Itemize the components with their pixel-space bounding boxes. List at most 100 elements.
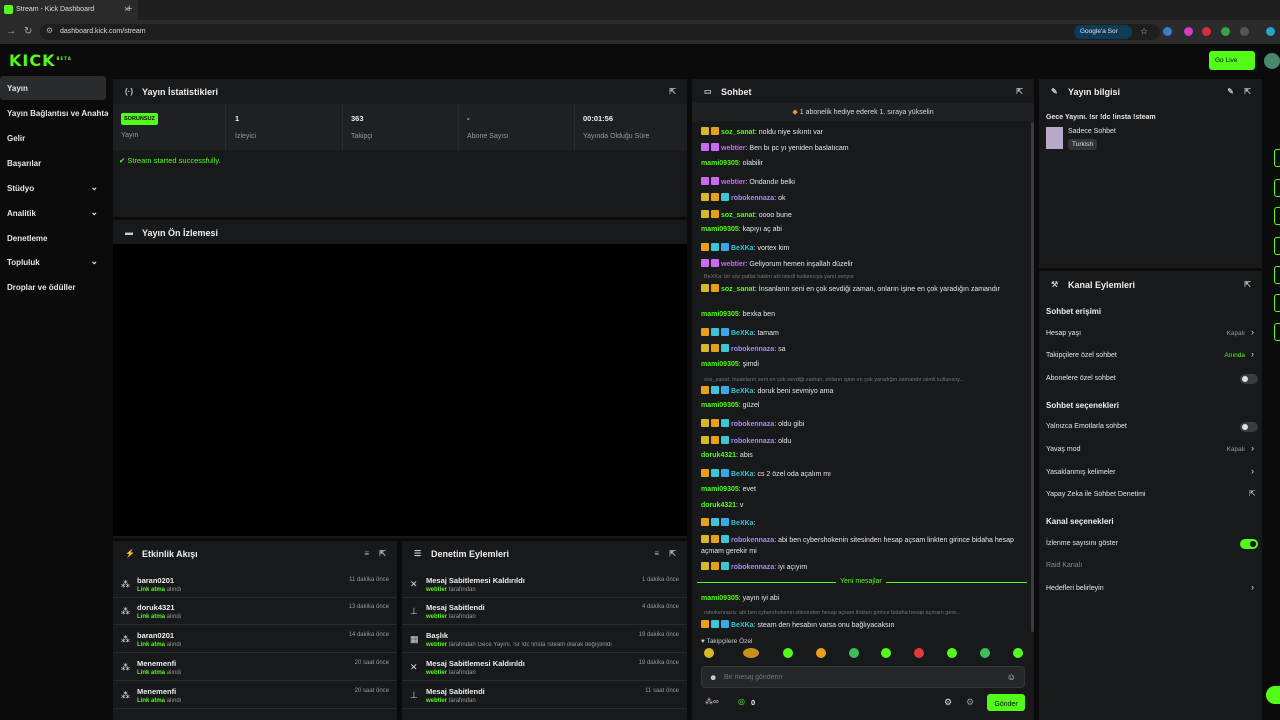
chat-username[interactable]: mami09305	[701, 402, 739, 409]
emotes-only-toggle[interactable]	[1240, 422, 1258, 432]
chat-message[interactable]: doruk4321: v	[701, 502, 1026, 509]
sidebar-item-studyo[interactable]: Stüdyo ⌄	[0, 176, 108, 200]
chat-message[interactable]: robokennaza: ok	[701, 193, 1026, 202]
send-button[interactable]: Gönder	[987, 694, 1025, 711]
popout-icon[interactable]: ⇱	[1244, 280, 1251, 289]
bot-settings-icon[interactable]: ⚙	[966, 697, 974, 708]
chat-message[interactable]: BeXKa: steam den hesabın varsa onu bağlı…	[701, 620, 1026, 629]
chat-username[interactable]: webtier	[721, 261, 746, 268]
external-link-icon[interactable]: ⇱	[1249, 489, 1256, 498]
filter-icon[interactable]: ≡	[654, 549, 659, 558]
extension-translate-icon[interactable]	[1163, 27, 1172, 36]
quick-action-button[interactable]	[1274, 266, 1280, 284]
sidebar-item-basarilar[interactable]: Başarılar	[0, 151, 108, 175]
help-button[interactable]	[1266, 686, 1280, 704]
chat-username[interactable]: mami09305	[701, 486, 739, 493]
chat-message[interactable]: robokennaza: sa	[701, 344, 1026, 353]
account-age-chevron-icon[interactable]: ›	[1251, 327, 1254, 337]
emoji-icon[interactable]: ☺	[1007, 672, 1016, 682]
chat-username[interactable]: mami09305	[701, 160, 739, 167]
site-info-icon[interactable]: ⚙	[46, 26, 53, 35]
chat-username[interactable]: doruk4321	[701, 502, 736, 509]
chat-username[interactable]: soz_sanat	[721, 286, 755, 293]
reload-icon[interactable]: ↻	[24, 26, 32, 37]
goals-chevron-icon[interactable]: ›	[1251, 582, 1254, 592]
chat-username[interactable]: robokennaza	[731, 438, 774, 445]
chat-message[interactable]: robokennaza: oldu	[701, 436, 1026, 445]
chat-username[interactable]: BeXKa	[731, 520, 754, 527]
browser-tab[interactable]: Stream - Kick Dashboard ×	[0, 0, 138, 20]
chat-message[interactable]: BeXKa: doruk beni sevmiyo ama	[701, 386, 1026, 395]
new-tab-icon[interactable]: +	[126, 3, 138, 15]
chat-username[interactable]: robokennaza	[731, 421, 774, 428]
chat-message[interactable]: mami09305: yayın iyi abi	[701, 595, 1026, 602]
show-viewers-toggle[interactable]	[1240, 539, 1258, 549]
popout-icon[interactable]: ⇱	[1244, 87, 1251, 96]
chat-message[interactable]: webtier: Ondandır belki	[701, 177, 1026, 186]
chat-scrollbar[interactable]	[1031, 122, 1034, 632]
chat-username[interactable]: BeXKa	[731, 622, 754, 629]
chat-message[interactable]: mami09305: kapıyı aç abi	[701, 226, 1026, 233]
chat-message[interactable]: BeXKa:	[701, 518, 1026, 527]
edit-icon[interactable]: ✎	[1227, 87, 1234, 96]
chat-message[interactable]: mami09305: olabilir	[701, 160, 1026, 167]
extension-red-icon[interactable]	[1202, 27, 1211, 36]
sidebar-item-yayin[interactable]: Yayın	[0, 76, 106, 100]
chat-message[interactable]: soz_sanat: noldu niye sıkıntı var	[701, 127, 1026, 136]
bookmark-star-icon[interactable]: ☆	[1140, 26, 1148, 37]
chat-message[interactable]: mami09305: güzel	[701, 402, 1026, 409]
followers-only-chevron-icon[interactable]: ›	[1251, 349, 1254, 359]
sidebar-item-denetleme[interactable]: Denetleme	[0, 226, 108, 250]
kick-logo[interactable]: KICKBETA	[9, 51, 72, 70]
sidebar-item-droplar[interactable]: Droplar ve ödüller	[0, 275, 108, 299]
chat-username[interactable]: mami09305	[701, 595, 739, 602]
chat-message[interactable]: robokennaza: oldu gibi	[701, 419, 1026, 428]
chat-message[interactable]: webtier: Geliyorum hemen inşallah düzeli…	[701, 259, 1026, 268]
go-live-button[interactable]: Go Live	[1209, 51, 1255, 70]
sidebar-item-topluluk[interactable]: Topluluk ⌄	[0, 250, 108, 274]
chat-message[interactable]: doruk4321: abis	[701, 452, 1026, 459]
emote-icon[interactable]	[849, 648, 859, 658]
chat-message[interactable]: webtier: Ben bı pc yı yeniden baslatıcam	[701, 143, 1026, 152]
emote-icon[interactable]	[743, 648, 759, 658]
emote-picker-icon[interactable]: ☻	[709, 673, 717, 682]
emote-icon[interactable]	[783, 648, 793, 658]
quick-action-button[interactable]	[1274, 149, 1280, 167]
chat-message[interactable]: mami09305: şimdi	[701, 361, 1026, 368]
chat-username[interactable]: mami09305	[701, 311, 739, 318]
popout-icon[interactable]: ⇱	[669, 87, 676, 96]
popout-icon[interactable]: ⇱	[379, 549, 386, 558]
chat-message[interactable]: robokennaza: abi ben cybershokenin sites…	[701, 535, 1026, 557]
quick-action-button[interactable]	[1274, 237, 1280, 255]
chat-username[interactable]: webtier	[721, 179, 746, 186]
google-search-button[interactable]: Google'a Sor	[1074, 25, 1132, 39]
popout-icon[interactable]: ⇱	[669, 549, 676, 558]
chat-users-icon[interactable]: ⁂∞	[705, 697, 719, 706]
chat-username[interactable]: BeXKa	[731, 330, 754, 337]
chat-username[interactable]: robokennaza	[731, 195, 774, 202]
chat-message[interactable]: BeXKa: tamam	[701, 328, 1026, 337]
chat-username[interactable]: soz_sanat	[721, 212, 755, 219]
quick-action-button[interactable]	[1274, 207, 1280, 225]
pinned-gift-banner[interactable]: ◆ 1 abonelik hediye ederek 1. sıraya yük…	[692, 103, 1034, 121]
points-icon[interactable]: ◎	[738, 697, 745, 706]
chat-message-input[interactable]	[724, 671, 994, 684]
emote-icon[interactable]	[1013, 648, 1023, 658]
extension-pink-icon[interactable]	[1184, 27, 1193, 36]
sidebar-item-analitik[interactable]: Analitik ⌄	[0, 201, 108, 225]
subscribers-only-toggle[interactable]	[1240, 374, 1258, 384]
chat-username[interactable]: BeXKa	[731, 388, 754, 395]
chat-message[interactable]: robokennaza: iyi açıyım	[701, 562, 1026, 571]
emote-icon[interactable]	[980, 648, 990, 658]
emote-icon[interactable]	[881, 648, 891, 658]
extension-green-icon[interactable]	[1221, 27, 1230, 36]
sidebar-item-stream-key[interactable]: Yayın Bağlantısı ve Anahtarı	[0, 101, 108, 125]
chat-username[interactable]: robokennaza	[731, 346, 774, 353]
banned-words-chevron-icon[interactable]: ›	[1251, 466, 1254, 476]
chat-username[interactable]: robokennaza	[731, 537, 774, 544]
setting-label[interactable]: Raid Kanalı	[1046, 562, 1082, 569]
chat-message[interactable]: BeXKa: cs 2 özel oda açalım mı	[701, 469, 1026, 478]
chat-username[interactable]: soz_sanat	[721, 129, 755, 136]
emote-icon[interactable]	[704, 648, 714, 658]
chat-username[interactable]: robokennaza	[731, 564, 774, 571]
